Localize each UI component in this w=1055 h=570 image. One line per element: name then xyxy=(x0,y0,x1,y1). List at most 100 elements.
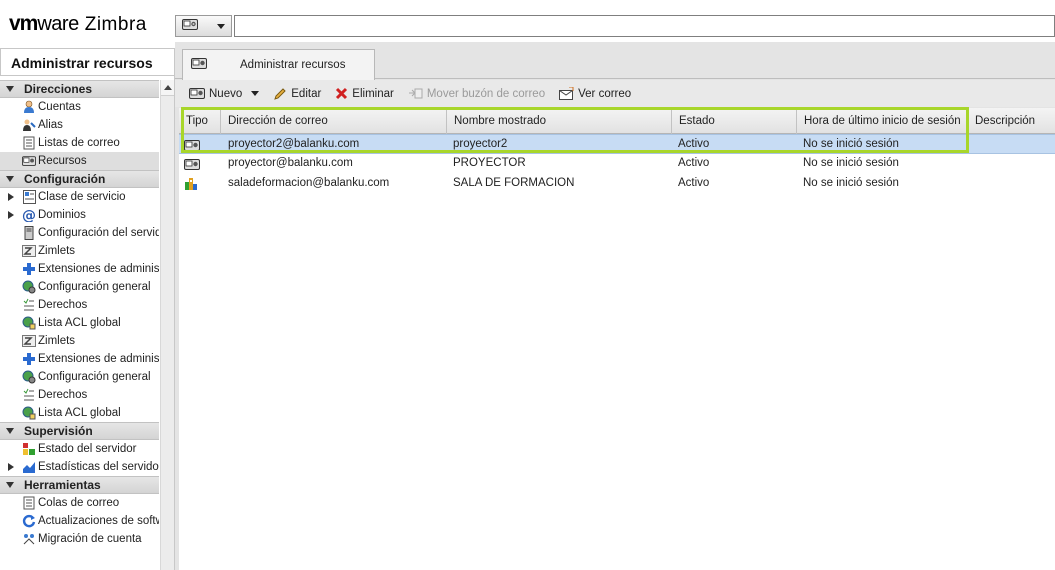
vmware-zimbra-logo: vm ware Zimbra xyxy=(9,12,147,36)
nav-item-cuentas[interactable]: Cuentas xyxy=(0,98,159,116)
tab-administrar-recursos[interactable]: Administrar recursos xyxy=(182,49,375,80)
nav-item-label: Zimlets xyxy=(38,335,76,347)
cell-email: proyector2@balanku.com xyxy=(228,138,360,150)
expand-triangle-icon[interactable] xyxy=(8,211,14,219)
server-stats-icon xyxy=(22,460,36,474)
cell-description xyxy=(968,174,1055,194)
top-bar: vm ware Zimbra xyxy=(0,0,1055,42)
logo-vm: vm xyxy=(9,12,38,35)
table-row[interactable]: saladeformacion@balanku.com SALA DE FORM… xyxy=(179,174,1055,194)
view-mail-icon xyxy=(559,86,574,101)
column-header-estado[interactable]: Estado xyxy=(672,108,797,134)
nav-scrollbar[interactable] xyxy=(160,80,174,570)
nav-item-label: Lista ACL global xyxy=(38,407,121,419)
table-row[interactable]: proyector2@balanku.com proyector2 Activo… xyxy=(179,134,1055,154)
nav-item-recursos[interactable]: Recursos xyxy=(0,152,159,170)
zimlet-icon xyxy=(22,244,36,258)
column-header-tipo[interactable]: Tipo xyxy=(179,108,221,134)
nav-item-listas-de-correo[interactable]: Listas de correo xyxy=(0,134,159,152)
nav-item-lista-acl-global[interactable]: Lista ACL global xyxy=(0,314,159,332)
new-button-label: Nuevo xyxy=(209,87,243,100)
nav-item-configuracion-servidor[interactable]: Configuración del servidor xyxy=(0,224,159,242)
nav-item-derechos[interactable]: Derechos xyxy=(0,296,159,314)
nav-item-actualizaciones[interactable]: Actualizaciones de software xyxy=(0,512,159,530)
column-header-ultimo-inicio[interactable]: Hora de último inicio de sesión xyxy=(797,108,968,134)
section-supervision[interactable]: Supervisión xyxy=(0,422,159,440)
resource-icon xyxy=(189,87,205,100)
nav-item-configuracion-general[interactable]: Configuración general xyxy=(0,278,159,296)
nav-item-extensiones-2[interactable]: Extensiones de administración xyxy=(0,350,159,368)
cos-icon xyxy=(22,190,36,204)
section-direcciones[interactable]: Direcciones xyxy=(0,80,159,98)
collapse-triangle-icon xyxy=(6,482,14,488)
left-navigation: Administrar recursos Direcciones Cuentas… xyxy=(0,48,175,570)
nav-item-extensiones[interactable]: Extensiones de administración xyxy=(0,260,159,278)
rights-icon xyxy=(22,388,36,402)
nav-item-clase-de-servicio[interactable]: Clase de servicio xyxy=(0,188,159,206)
update-icon xyxy=(22,514,36,528)
section-label: Supervisión xyxy=(24,424,93,438)
section-label: Configuración xyxy=(24,172,106,186)
edit-button-label: Editar xyxy=(291,87,322,100)
nav-item-estadisticas-servidor[interactable]: Estadísticas del servidor xyxy=(0,458,159,476)
collapse-triangle-icon xyxy=(6,86,14,92)
column-header-nombre[interactable]: Nombre mostrado xyxy=(447,108,672,134)
move-mailbox-label: Mover buzón de correo xyxy=(426,87,546,100)
expand-triangle-icon[interactable] xyxy=(8,193,14,201)
resource-icon xyxy=(182,18,198,34)
nav-item-configuracion-general-2[interactable]: Configuración general xyxy=(0,368,159,386)
nav-item-label: Configuración del servidor xyxy=(38,227,159,239)
table-header: Tipo Dirección de correo Nombre mostrado… xyxy=(179,108,1055,134)
tab-label: Administrar recursos xyxy=(240,59,346,71)
chevron-down-icon xyxy=(217,24,225,29)
section-herramientas[interactable]: Herramientas xyxy=(0,476,159,494)
cell-status: Activo xyxy=(678,157,710,169)
cell-description xyxy=(968,135,1055,155)
nav-item-label: Extensiones de administración xyxy=(38,353,159,365)
collapse-triangle-icon xyxy=(6,176,14,182)
resources-table: Tipo Dirección de correo Nombre mostrado… xyxy=(179,108,1055,570)
rights-icon xyxy=(22,298,36,312)
section-configuracion[interactable]: Configuración xyxy=(0,170,159,188)
nav-item-dominios[interactable]: @ Dominios xyxy=(0,206,159,224)
nav-title: Administrar recursos xyxy=(0,48,174,76)
cell-status: Activo xyxy=(678,138,710,150)
nav-item-migracion-cuenta[interactable]: Migración de cuenta xyxy=(0,530,159,548)
column-header-direccion[interactable]: Dirección de correo xyxy=(221,108,447,134)
logo-ware: ware xyxy=(37,13,79,35)
search-input[interactable] xyxy=(234,15,1055,37)
resource-icon xyxy=(191,57,207,73)
delete-button[interactable]: Eliminar xyxy=(335,87,394,100)
table-row[interactable]: proyector@balanku.com PROYECTOR Activo N… xyxy=(179,154,1055,174)
nav-item-label: Configuración general xyxy=(38,371,151,383)
nav-item-colas-de-correo[interactable]: Colas de correo xyxy=(0,494,159,512)
nav-item-alias[interactable]: Alias xyxy=(0,116,159,134)
column-header-descripcion[interactable]: Descripción xyxy=(968,108,1055,134)
nav-item-label: Estadísticas del servidor xyxy=(38,461,159,473)
new-button[interactable]: Nuevo xyxy=(189,87,260,100)
nav-item-label: Alias xyxy=(38,119,63,131)
delete-button-label: Eliminar xyxy=(352,87,394,100)
search-type-dropdown[interactable] xyxy=(175,15,232,37)
nav-item-derechos-2[interactable]: Derechos xyxy=(0,386,159,404)
chevron-down-icon[interactable] xyxy=(251,91,260,96)
global-acl-icon xyxy=(22,406,36,420)
main-content: Administrar recursos Nuevo Editar Elimin… xyxy=(175,42,1055,570)
cell-display-name: PROYECTOR xyxy=(453,157,526,169)
cell-last-login: No se inició sesión xyxy=(803,138,899,150)
resource-icon xyxy=(179,135,221,155)
cell-display-name: SALA DE FORMACION xyxy=(453,177,575,189)
expand-triangle-icon[interactable] xyxy=(8,463,14,471)
scroll-up-button[interactable] xyxy=(161,80,174,96)
nav-item-estado-servidor[interactable]: Estado del servidor xyxy=(0,440,159,458)
view-mail-button[interactable]: Ver correo xyxy=(559,86,631,101)
mail-queue-icon xyxy=(22,496,36,510)
nav-item-zimlets[interactable]: Zimlets xyxy=(0,242,159,260)
account-icon xyxy=(22,100,36,114)
edit-button[interactable]: Editar xyxy=(273,87,321,101)
nav-item-zimlets-2[interactable]: Zimlets xyxy=(0,332,159,350)
nav-item-lista-acl-global-2[interactable]: Lista ACL global xyxy=(0,404,159,422)
svg-text:@: @ xyxy=(22,208,36,222)
move-mailbox-button[interactable]: Mover buzón de correo xyxy=(408,87,545,100)
toolbar: Nuevo Editar Eliminar Mover buzón de cor… xyxy=(175,80,1055,107)
